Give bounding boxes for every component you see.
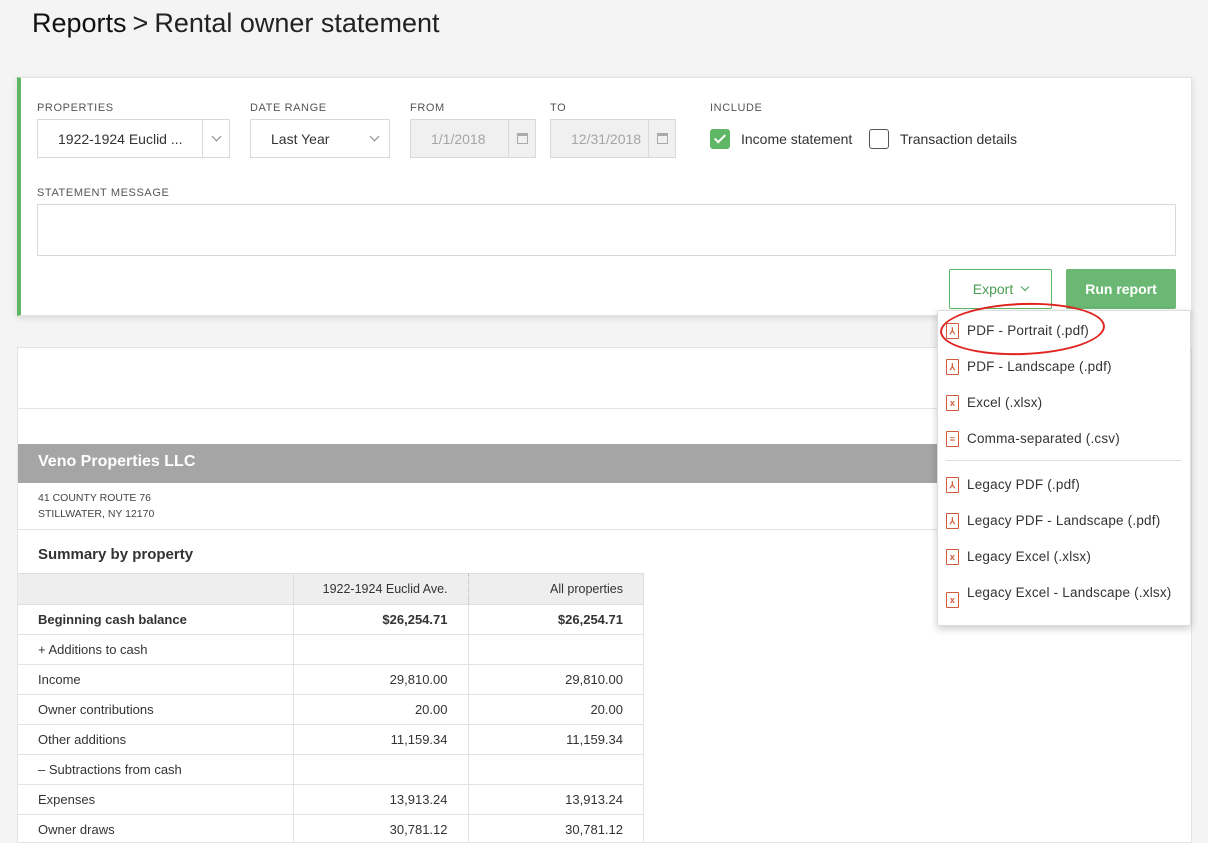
row-value xyxy=(293,754,469,785)
row-value: 29,810.00 xyxy=(468,664,644,695)
row-label: Beginning cash balance xyxy=(18,604,294,635)
include-label: INCLUDE xyxy=(710,102,763,114)
row-value: 30,781.12 xyxy=(293,814,469,843)
row-value: 13,913.24 xyxy=(293,784,469,815)
excel-file-icon: x xyxy=(946,395,959,411)
address-line-1: 41 COUNTY ROUTE 76 xyxy=(38,492,152,504)
transaction-details-checkbox[interactable]: Transaction details xyxy=(869,129,1017,149)
statement-message-input[interactable] xyxy=(37,204,1176,256)
row-value xyxy=(293,634,469,665)
export-option-excel[interactable]: x Excel (.xlsx) xyxy=(946,395,1181,411)
row-label: + Additions to cash xyxy=(18,634,294,665)
to-date-field[interactable]: 12/31/2018 xyxy=(550,119,676,158)
properties-select[interactable]: 1922-1924 Euclid ... xyxy=(37,119,230,158)
breadcrumb-reports[interactable]: Reports xyxy=(32,8,127,38)
column-header: All properties xyxy=(468,573,644,605)
income-statement-checkbox[interactable]: Income statement xyxy=(710,129,852,149)
breadcrumb-current: Rental owner statement xyxy=(154,8,440,38)
row-value: 20.00 xyxy=(293,694,469,725)
export-option-pdf-landscape[interactable]: ⅄ PDF - Landscape (.pdf) xyxy=(946,359,1181,375)
row-label: Owner contributions xyxy=(18,694,294,725)
transaction-details-label: Transaction details xyxy=(900,131,1017,147)
export-menu: ⅄ PDF - Portrait (.pdf) ⅄ PDF - Landscape … xyxy=(937,310,1191,626)
table-row: + Additions to cash xyxy=(18,634,644,665)
menu-item-label: Legacy Excel (.xlsx) xyxy=(967,549,1092,564)
statement-message-label: STATEMENT MESSAGE xyxy=(37,187,170,199)
chevron-down-icon xyxy=(359,131,389,142)
breadcrumb-separator: > xyxy=(132,8,149,38)
csv-file-icon: ≡ xyxy=(946,431,959,447)
menu-item-label: Legacy PDF - Landscape (.pdf) xyxy=(967,513,1161,528)
calendar-icon[interactable] xyxy=(648,120,675,157)
export-option-legacy-excel[interactable]: x Legacy Excel (.xlsx) xyxy=(946,549,1181,565)
row-label: Owner draws xyxy=(18,814,294,843)
properties-label: PROPERTIES xyxy=(37,102,114,114)
menu-divider xyxy=(946,460,1181,461)
row-value: 13,913.24 xyxy=(468,784,644,815)
row-value: 20.00 xyxy=(468,694,644,725)
row-value xyxy=(468,634,644,665)
row-value: 11,159.34 xyxy=(293,724,469,755)
table-row: – Subtractions from cash xyxy=(18,754,644,785)
excel-file-icon: x xyxy=(946,592,959,608)
table-row: Owner contributions 20.00 20.00 xyxy=(18,694,644,725)
export-option-legacy-pdf-landscape[interactable]: ⅄ Legacy PDF - Landscape (.pdf) xyxy=(946,513,1181,529)
menu-item-label: Comma-separated (.csv) xyxy=(967,431,1120,446)
table-row: Other additions 11,159.34 11,159.34 xyxy=(18,724,644,755)
to-date-value: 12/31/2018 xyxy=(571,130,642,147)
page-title: Reports > Rental owner statement xyxy=(32,8,439,39)
export-option-legacy-excel-landscape[interactable]: x Legacy Excel - Landscape (.xlsx) xyxy=(946,585,1181,608)
row-label: Expenses xyxy=(18,784,294,815)
checkbox-checked-icon[interactable] xyxy=(710,129,730,149)
pdf-file-icon: ⅄ xyxy=(946,513,959,529)
excel-file-icon: x xyxy=(946,549,959,565)
column-header: 1922-1924 Euclid Ave. xyxy=(293,573,469,605)
pdf-file-icon: ⅄ xyxy=(946,359,959,375)
menu-item-label: Legacy PDF (.pdf) xyxy=(967,477,1080,492)
table-row: Owner draws 30,781.12 30,781.12 xyxy=(18,814,644,843)
row-label: Income xyxy=(18,664,294,695)
properties-value: 1922-1924 Euclid ... xyxy=(58,130,183,147)
summary-table: 1922-1924 Euclid Ave. All properties Beg… xyxy=(18,573,644,843)
from-label: FROM xyxy=(410,102,445,114)
menu-item-label: PDF - Landscape (.pdf) xyxy=(967,359,1112,374)
row-value xyxy=(468,754,644,785)
column-header xyxy=(18,573,294,605)
export-label: Export xyxy=(972,281,1014,297)
run-report-button[interactable]: Run report xyxy=(1066,269,1176,309)
row-value: $26,254.71 xyxy=(293,604,469,635)
row-label: Other additions xyxy=(18,724,294,755)
calendar-icon[interactable] xyxy=(508,120,535,157)
filter-panel: PROPERTIES 1922-1924 Euclid ... DATE RAN… xyxy=(17,77,1192,316)
table-row: Beginning cash balance $26,254.71 $26,254.… xyxy=(18,604,644,635)
menu-item-label: Excel (.xlsx) xyxy=(967,395,1043,410)
checkbox-unchecked-icon[interactable] xyxy=(869,129,889,149)
chevron-down-icon[interactable] xyxy=(202,120,229,157)
date-range-value: Last Year xyxy=(271,130,330,147)
row-value: 29,810.00 xyxy=(293,664,469,695)
date-range-select[interactable]: Last Year xyxy=(250,119,390,158)
from-date-field[interactable]: 1/1/2018 xyxy=(410,119,536,158)
table-row: Expenses 13,913.24 13,913.24 xyxy=(18,784,644,815)
export-option-csv[interactable]: ≡ Comma-separated (.csv) xyxy=(946,431,1181,447)
row-value: $26,254.71 xyxy=(468,604,644,635)
to-label: TO xyxy=(550,102,567,114)
table-row: Income 29,810.00 29,810.00 xyxy=(18,664,644,695)
export-option-legacy-pdf[interactable]: ⅄ Legacy PDF (.pdf) xyxy=(946,477,1181,493)
row-value: 11,159.34 xyxy=(468,724,644,755)
chevron-down-icon xyxy=(1020,282,1030,292)
row-label: – Subtractions from cash xyxy=(18,754,294,785)
pdf-file-icon: ⅄ xyxy=(946,477,959,493)
date-range-label: DATE RANGE xyxy=(250,102,327,114)
row-value: 30,781.12 xyxy=(468,814,644,843)
address-line-2: STILLWATER, NY 12170 xyxy=(38,508,155,520)
menu-item-label: Legacy Excel - Landscape (.xlsx) xyxy=(967,585,1172,600)
from-date-value: 1/1/2018 xyxy=(431,130,486,147)
income-statement-label: Income statement xyxy=(741,131,853,147)
summary-title: Summary by property xyxy=(38,546,194,563)
table-header-row: 1922-1924 Euclid Ave. All properties xyxy=(18,573,644,605)
